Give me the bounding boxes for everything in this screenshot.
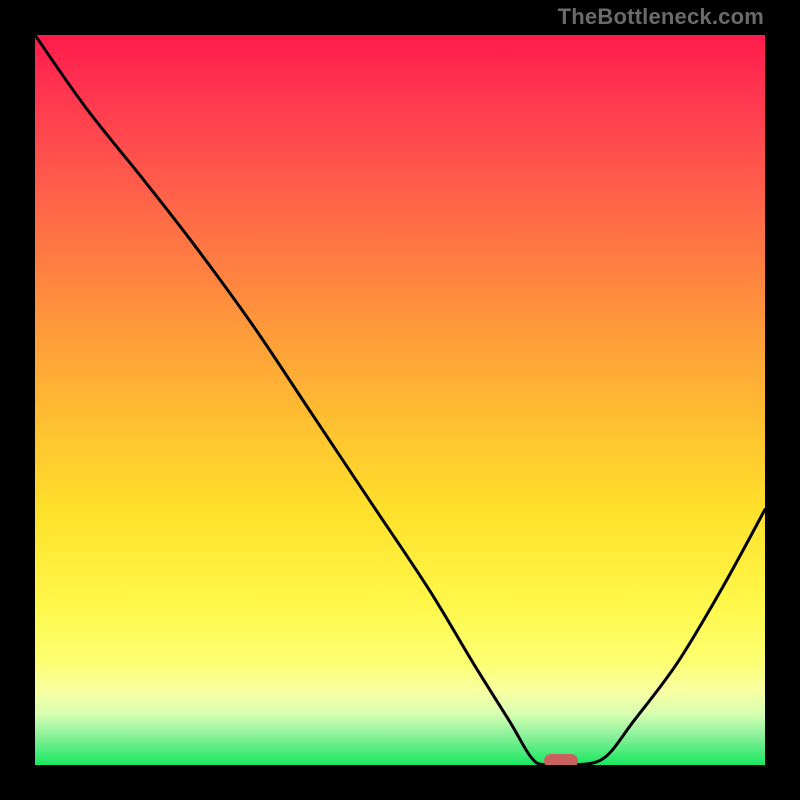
- plot-area: [35, 35, 765, 765]
- optimal-marker: [544, 754, 578, 765]
- bottleneck-curve: [35, 35, 765, 765]
- watermark-text: TheBottleneck.com: [558, 4, 764, 30]
- chart-frame: TheBottleneck.com: [0, 0, 800, 800]
